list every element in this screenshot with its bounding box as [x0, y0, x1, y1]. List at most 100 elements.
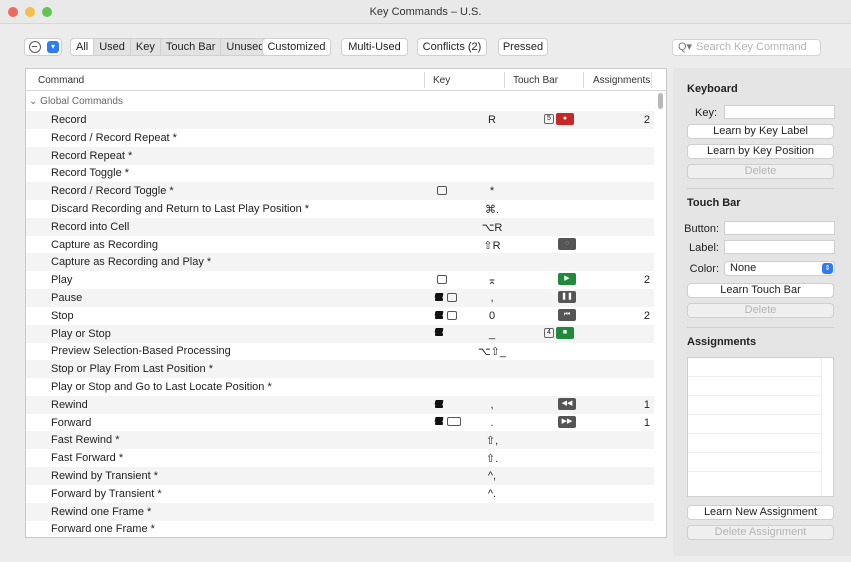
group-row[interactable]: ⌄ Global Commands [26, 93, 654, 111]
touch-bar-cell [544, 344, 584, 358]
layers-icon [434, 293, 444, 302]
touch-bar-delete-button[interactable]: Delete [687, 303, 834, 318]
customized-button[interactable]: Customized [262, 38, 331, 56]
keyboard-delete-button[interactable]: Delete [687, 164, 834, 179]
table-row[interactable]: Capture as Recording and Play * [26, 253, 654, 272]
learn-new-assignment-button[interactable]: Learn New Assignment [687, 505, 834, 520]
table-row[interactable]: Pause, ❚❚ [26, 289, 654, 307]
options-menu-button[interactable]: ▾ [24, 38, 62, 56]
key-cell: ⇧, [485, 435, 499, 448]
column-header-assignments[interactable]: Assignments [593, 75, 650, 86]
delete-assignment-button[interactable]: Delete Assignment [687, 525, 834, 540]
table-row[interactable]: Record Repeat * [26, 146, 654, 165]
touch-bar-cell: ◀◀ [544, 397, 584, 412]
filter-key-tab[interactable]: Key [131, 39, 161, 55]
multi-used-button[interactable]: Multi-Used [341, 38, 408, 56]
rewind-touch-bar-icon: ◀◀ [558, 397, 576, 410]
table-row[interactable]: Preview Selection-Based Processing ⌥⇧_ [26, 342, 654, 360]
list-row-divider [688, 452, 821, 453]
table-row[interactable]: Forward by Transient * ^. [26, 485, 654, 503]
touch-bar-label-field[interactable] [724, 240, 835, 254]
table-row[interactable]: Discard Recording and Return to Last Pla… [26, 200, 654, 218]
modifier-cell [434, 292, 462, 303]
button-label: Button: [684, 223, 719, 235]
table-row[interactable]: Rewind one Frame * [26, 502, 654, 521]
learn-touch-bar-button[interactable]: Learn Touch Bar [687, 283, 834, 298]
key-field[interactable] [724, 105, 835, 119]
key-cell: * [489, 185, 495, 198]
layers-icon [434, 417, 444, 426]
column-divider [424, 72, 425, 88]
assignments-count: 1 [643, 416, 650, 429]
touch-bar-cell: 4 ■ [544, 326, 584, 341]
key-cell: R [488, 114, 496, 126]
capture-touch-bar-icon: ○ [558, 237, 576, 250]
column-header-command[interactable]: Command [38, 75, 84, 86]
table-row[interactable]: Record Toggle * [26, 164, 654, 182]
touch-bar-cell [544, 522, 584, 536]
touch-bar-cell [544, 469, 584, 483]
touch-bar-cell [544, 166, 584, 180]
filter-touch-bar-tab[interactable]: Touch Bar [161, 39, 222, 55]
key-cell: ^, [487, 470, 497, 482]
learn-by-key-label-button[interactable]: Learn by Key Label [687, 124, 834, 139]
table-row[interactable]: Rewind, ◀◀ 1 [26, 395, 654, 414]
label-label: Label: [689, 242, 719, 254]
assignments-scrollbar[interactable] [821, 358, 833, 496]
touch-bar-cell [544, 149, 584, 163]
conflicts-button[interactable]: Conflicts (2) [417, 38, 487, 56]
table-row[interactable]: Stop or Play From Last Position * [26, 360, 654, 379]
touch-bar-cell: ❚❚ [544, 291, 584, 305]
table-row[interactable]: Rewind by Transient * ^, [26, 467, 654, 485]
vertical-scrollbar[interactable] [655, 91, 666, 537]
record-touch-bar-icon: ● [556, 113, 574, 125]
table-row[interactable]: Play ⌅ ▶ 2 [26, 271, 654, 289]
scrollbar-thumb[interactable] [658, 93, 663, 109]
search-field[interactable]: Q▾ Search Key Command [672, 39, 821, 56]
title-bar: Key Commands – U.S. [0, 0, 851, 24]
assignments-count: 2 [643, 309, 650, 322]
command-cell: Stop or Play From Last Position * [51, 363, 214, 376]
assignments-count: 2 [643, 114, 650, 126]
table-row[interactable]: Capture as Recording ⇧R ○ [26, 236, 654, 254]
table-row[interactable]: Record / Record Repeat * [26, 129, 654, 147]
touch-bar-button-field[interactable] [724, 221, 835, 235]
assignments-list[interactable] [687, 357, 834, 497]
color-select[interactable]: None ⇕ [724, 261, 835, 276]
column-header-key[interactable]: Key [433, 75, 450, 86]
modifier-cell [434, 274, 462, 285]
command-cell: Discard Recording and Return to Last Pla… [51, 203, 310, 215]
play-touch-bar-icon: ▶ [558, 273, 576, 286]
playstop-touch-bar-icon: ■ [556, 326, 574, 339]
table-row[interactable]: Forward one Frame * [26, 520, 654, 537]
command-cell: Record Repeat * [51, 149, 133, 162]
table-row[interactable]: Record into Cell ⌥R [26, 217, 654, 236]
learn-by-key-position-button[interactable]: Learn by Key Position [687, 144, 834, 159]
table-row[interactable]: Play or Stop and Go to Last Locate Posit… [26, 378, 654, 396]
color-select-value: None [730, 262, 757, 274]
keypad-icon [437, 186, 447, 196]
command-cell: Play or Stop [51, 327, 111, 340]
disclosure-chevron-icon[interactable]: ⌄ [29, 96, 37, 107]
stop-touch-bar-icon: ⏮ [558, 308, 576, 321]
key-cell: ⇧. [485, 453, 499, 466]
key-cell: 0 [488, 309, 496, 322]
pressed-button[interactable]: Pressed [498, 38, 548, 56]
filter-all-tab[interactable]: All [71, 39, 95, 55]
table-row[interactable]: Fast Rewind * ⇧, [26, 431, 654, 450]
filter-used-tab[interactable]: Used [94, 39, 131, 55]
column-header-touch-bar[interactable]: Touch Bar [513, 75, 558, 86]
command-cell: Forward [51, 416, 92, 429]
table-row[interactable]: Stop 0 ⏮ 2 [26, 307, 654, 325]
touch-bar-cell [544, 184, 584, 198]
table-row[interactable]: Record / Record Toggle * * [26, 182, 654, 201]
table-row[interactable]: Record R 5 ● 2 [26, 111, 654, 129]
color-label: Color: [689, 263, 719, 275]
key-cell: , [490, 292, 494, 304]
key-commands-table: Command Key Touch Bar Assignments ⌄ Glob… [25, 68, 667, 538]
key-cell: , [490, 398, 494, 411]
table-row[interactable]: Fast Forward * ⇧. [26, 449, 654, 467]
table-row[interactable]: Forward. ▶▶ 1 [26, 414, 654, 432]
table-row[interactable]: Play or Stop _ 4 ■ [26, 324, 654, 343]
assignments-heading: Assignments [687, 336, 757, 348]
